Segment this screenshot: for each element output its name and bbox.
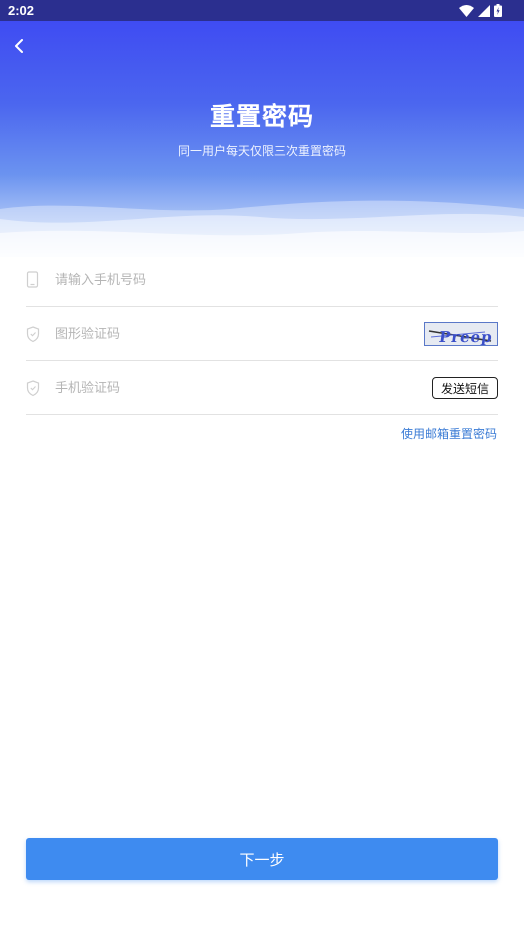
status-icons (459, 4, 502, 17)
phone-input[interactable] (55, 267, 395, 293)
status-bar: 2:02 (0, 0, 524, 21)
status-time: 2:02 (8, 3, 35, 18)
chevron-left-icon (15, 39, 23, 53)
captcha-image[interactable]: Preep (424, 322, 498, 346)
signal-icon (478, 4, 490, 17)
send-sms-button[interactable]: 发送短信 (431, 377, 498, 399)
page-title: 重置密码 (209, 102, 314, 131)
captcha-graphic: Preep (425, 323, 497, 345)
reset-password-form: Preep 发送短信 (26, 253, 498, 415)
email-reset-link[interactable]: 使用邮箱重置密码 (401, 425, 497, 442)
shield-icon (26, 380, 40, 397)
page-subtitle: 同一用户每天仅限三次重置密码 (177, 144, 346, 158)
back-button[interactable] (8, 35, 30, 57)
sms-code-row: 发送短信 (26, 361, 498, 415)
image-captcha-row: Preep (26, 307, 498, 361)
phone-icon (26, 271, 39, 288)
phone-row (26, 253, 498, 307)
battery-icon (494, 4, 502, 17)
shield-icon (26, 326, 40, 343)
captcha-text: Preep (438, 328, 494, 345)
wave-decoration (0, 200, 524, 257)
sms-code-input[interactable] (55, 375, 395, 401)
image-captcha-input[interactable] (55, 321, 395, 347)
wifi-icon (459, 4, 474, 17)
header-banner: 重置密码 同一用户每天仅限三次重置密码 (0, 21, 524, 257)
next-button[interactable]: 下一步 (26, 838, 498, 880)
